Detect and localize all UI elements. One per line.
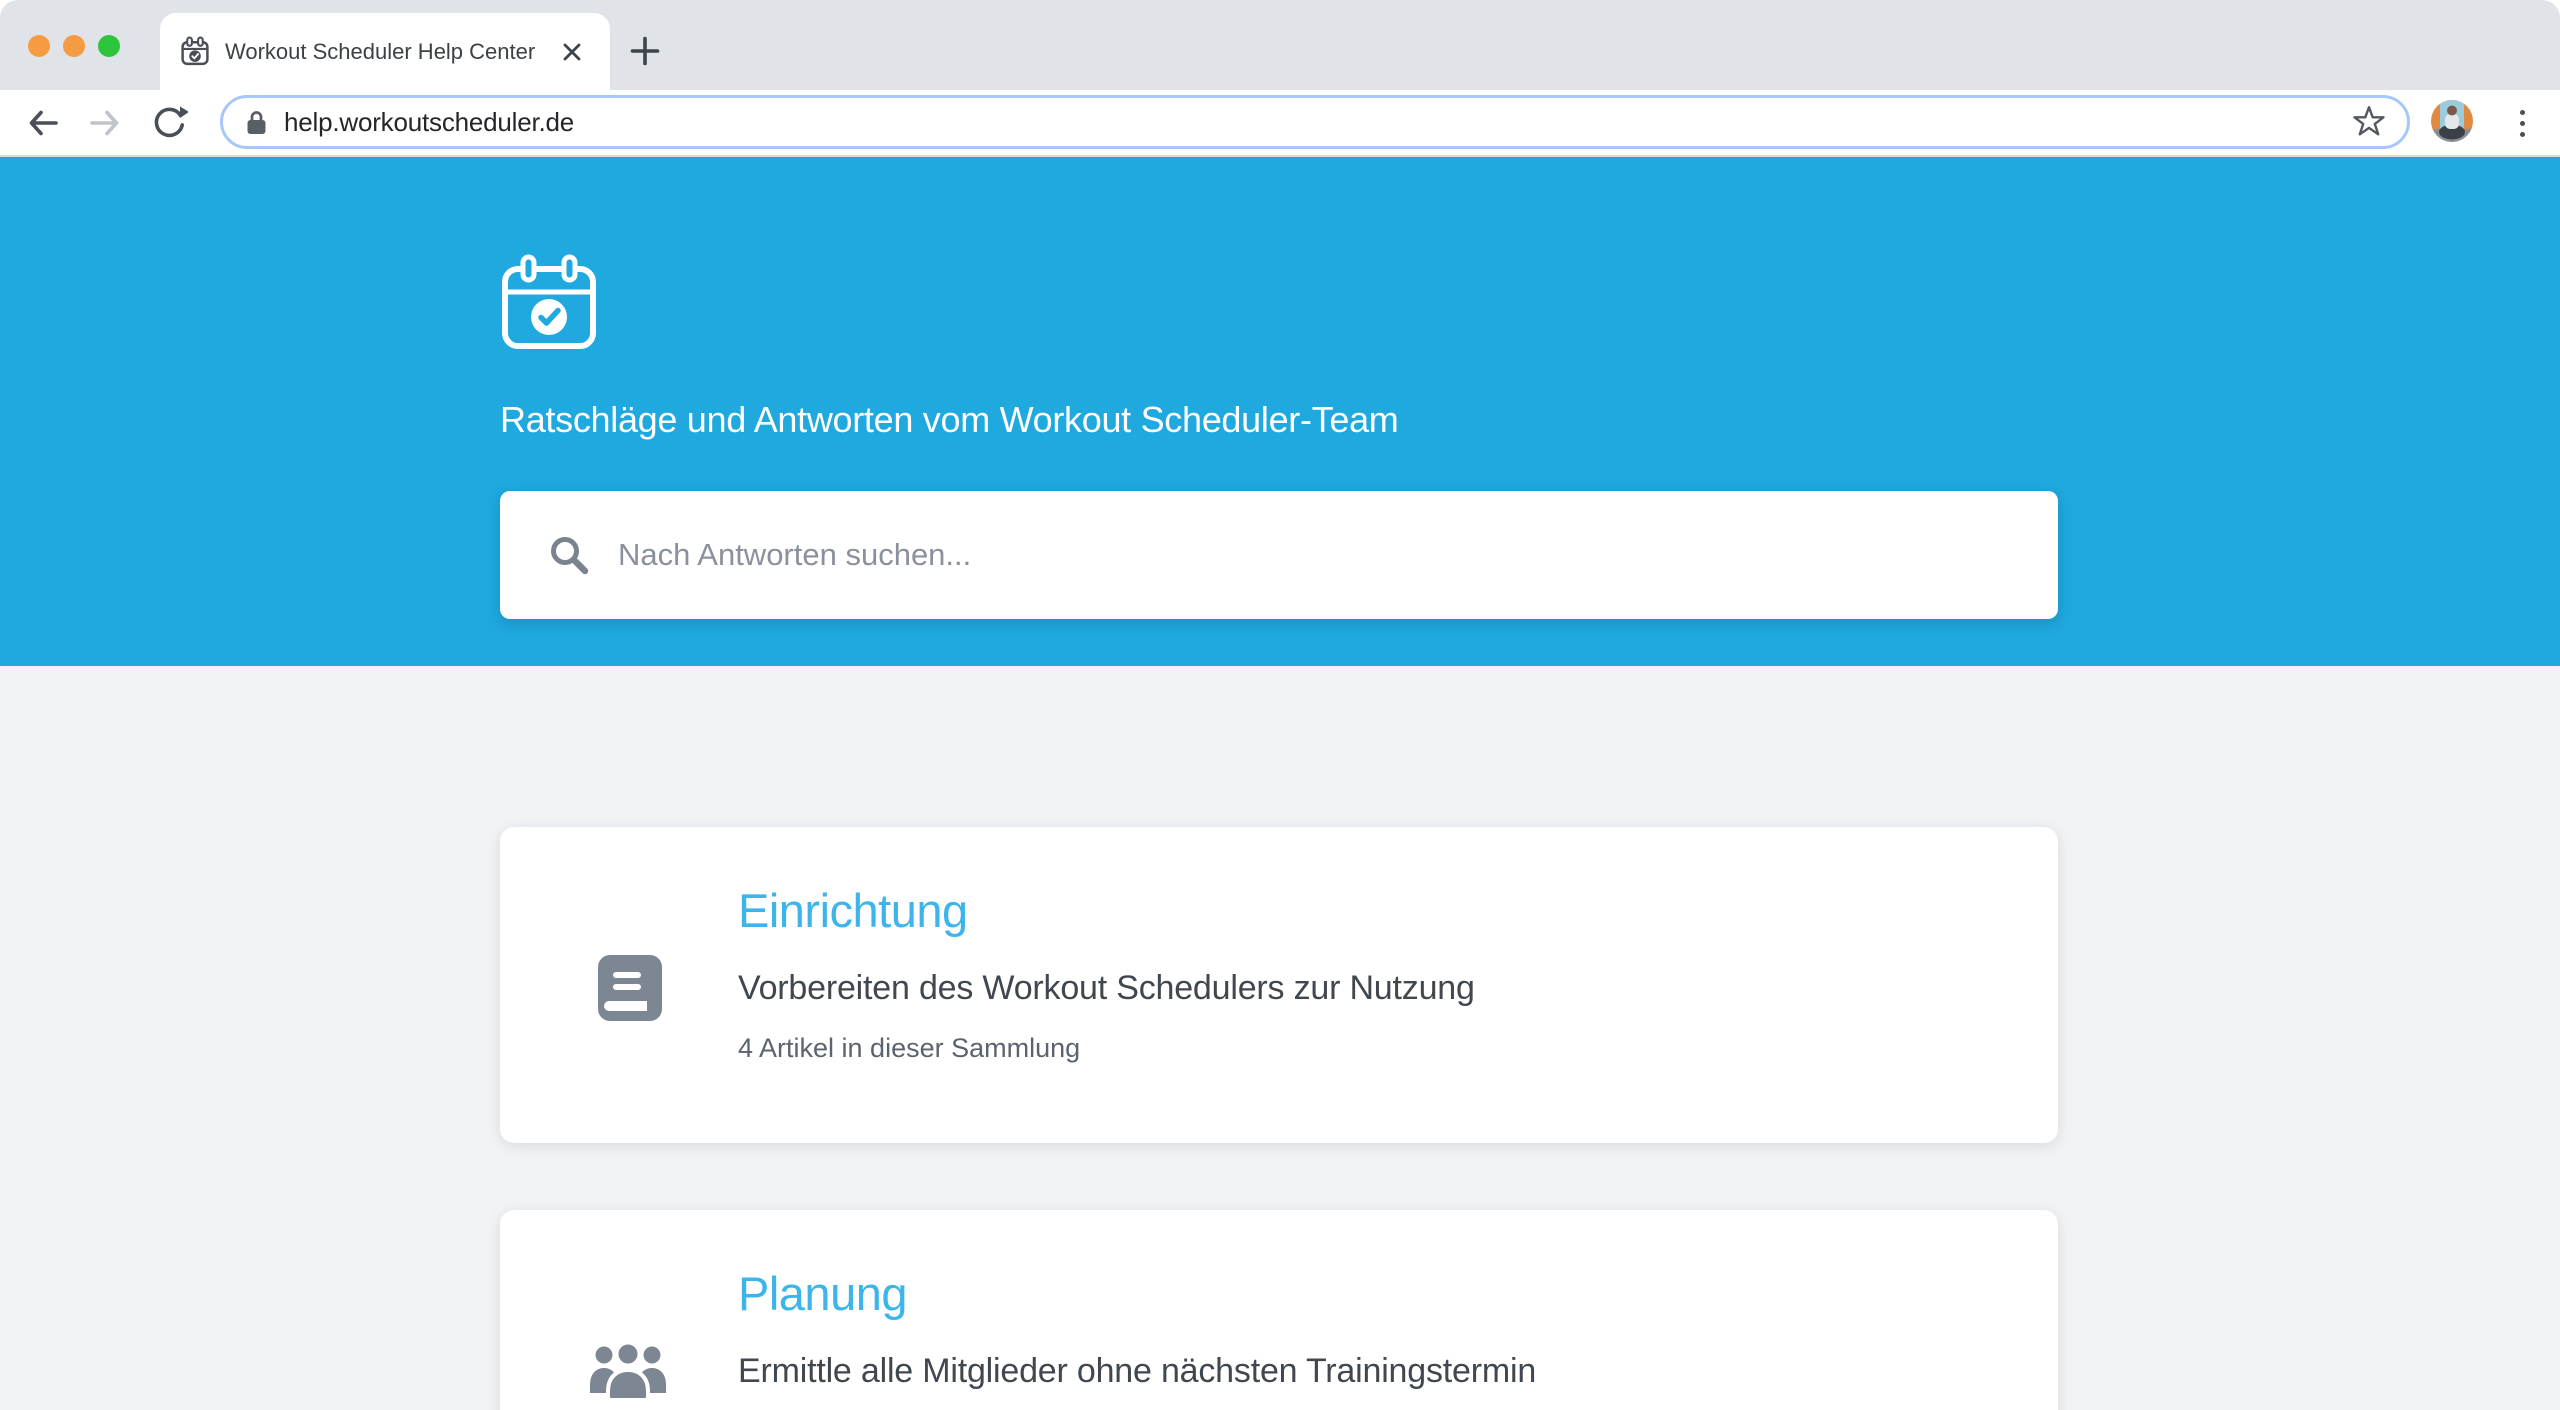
lock-icon [245,109,268,136]
profile-avatar[interactable] [2431,100,2473,142]
collection-title[interactable]: Planung [738,1266,907,1321]
url-text: help.workoutscheduler.de [284,107,574,138]
browser-tab[interactable]: Workout Scheduler Help Center [160,13,610,90]
tab-title: Workout Scheduler Help Center [225,39,535,65]
tab-close-icon[interactable] [560,40,584,64]
people-icon [590,1340,666,1400]
tab-favicon-calendar-icon [180,36,210,67]
collection-description: Ermittle alle Mitglieder ohne nächsten T… [738,1352,1536,1391]
collection-card-planung[interactable]: Planung Ermittle alle Mitglieder ohne nä… [500,1210,2058,1410]
bookmark-star-icon[interactable] [2351,104,2387,140]
back-button[interactable] [24,104,62,142]
collections-list: Einrichtung Vorbereiten des Workout Sche… [0,666,2560,1410]
collection-description: Vorbereiten des Workout Schedulers zur N… [738,969,1475,1008]
window-minimize-button[interactable] [63,35,85,57]
search-icon [548,534,590,576]
hero-title: Ratschläge und Antworten vom Workout Sch… [500,399,1399,441]
new-tab-button[interactable] [629,35,661,67]
search-box[interactable] [500,491,2058,619]
book-icon [597,954,663,1022]
search-input[interactable] [618,525,2058,585]
hero-header: Ratschläge und Antworten vom Workout Sch… [0,157,2560,666]
window-controls [28,35,120,57]
window-zoom-button[interactable] [98,35,120,57]
calendar-check-logo-icon [500,254,598,355]
reload-button[interactable] [150,104,188,142]
browser-menu-icon[interactable] [2512,102,2532,144]
browser-toolbar: help.workoutscheduler.de [0,90,2560,157]
tab-strip: Workout Scheduler Help Center [0,0,2560,90]
forward-button[interactable] [86,104,124,142]
address-bar[interactable]: help.workoutscheduler.de [220,95,2410,149]
collection-title[interactable]: Einrichtung [738,883,968,938]
help-center-page: Ratschläge und Antworten vom Workout Sch… [0,157,2560,1410]
collection-meta: 4 Artikel in dieser Sammlung [738,1033,1080,1064]
window-close-button[interactable] [28,35,50,57]
browser-window: Workout Scheduler Help Center [0,0,2560,1410]
collection-card-einrichtung[interactable]: Einrichtung Vorbereiten des Workout Sche… [500,827,2058,1143]
